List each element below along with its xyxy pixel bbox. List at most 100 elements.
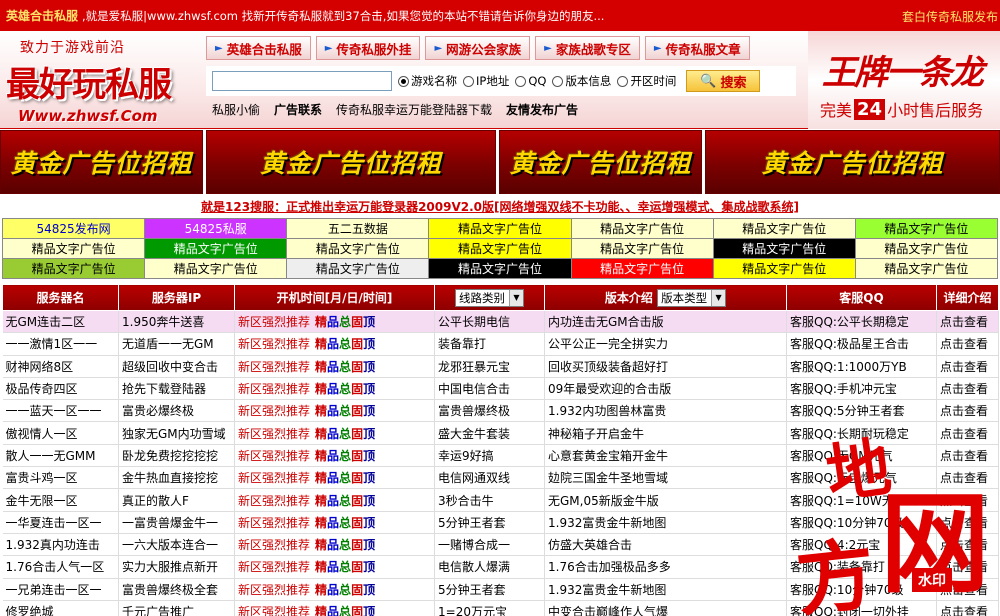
version-cell[interactable]: 攰院三国金牛圣地雪域 [544, 466, 787, 490]
server-name-cell[interactable]: 修罗绝城 [2, 600, 119, 616]
line-type-cell[interactable]: 公平长期电信 [434, 310, 545, 334]
text-ad-cell[interactable]: 精品文字广告位 [286, 258, 430, 279]
radio-open-time[interactable]: 开区时间 [617, 73, 676, 89]
version-cell[interactable]: 1.76合击加强极品多多 [544, 555, 787, 579]
text-ad-cell[interactable]: 精品文字广告位 [712, 258, 856, 279]
detail-link[interactable]: 点击查看 [936, 466, 999, 490]
open-time-cell[interactable]: 新区强烈推荐 精品总固顶 [234, 578, 435, 601]
text-ad-cell[interactable]: 精品文字广告位 [712, 238, 856, 259]
line-type-cell[interactable]: 一赌博合成一 [434, 533, 545, 557]
table-row[interactable]: 1.76合击人气一区 实力大服推点新开 新区强烈推荐 精品总固顶 电信散人爆满 1.76合… [2, 555, 999, 579]
open-time-cell[interactable]: 新区强烈推荐 精品总固顶 [234, 310, 435, 334]
line-type-cell[interactable]: 富贵兽爆终极 [434, 399, 545, 423]
server-name-cell[interactable]: 一一激情1区一一 [2, 332, 119, 356]
detail-link[interactable]: 点击查看 [936, 444, 999, 468]
text-ad-cell[interactable]: 精品文字广告位 [570, 238, 714, 259]
radio-ip[interactable]: IP地址 [463, 73, 509, 89]
line-type-cell[interactable]: 龙邪狂暴元宝 [434, 355, 545, 378]
radio-game-name[interactable]: 游戏名称 [398, 73, 457, 89]
server-name-cell[interactable]: 金牛无限一区 [2, 488, 119, 512]
detail-link[interactable]: 点击查看 [936, 421, 999, 445]
version-cell[interactable]: 1.932内功图兽林富贵 [544, 399, 787, 423]
line-type-cell[interactable]: 3秒合击牛 [434, 488, 545, 512]
detail-link[interactable]: 点击查看 [936, 600, 999, 616]
version-cell[interactable]: 无GM,05新版金牛版 [544, 488, 787, 512]
server-name-cell[interactable]: 1.932真内功连击 [2, 533, 119, 557]
qq-cell[interactable]: 客服QQ:元宝爆元气 [786, 466, 937, 490]
nav-tab-family-war[interactable]: ► 家族战歌专区 [535, 36, 640, 60]
text-ad-cell[interactable]: 精品文字广告位 [144, 258, 288, 279]
text-ad-cell[interactable]: 精品文字广告位 [854, 258, 999, 279]
site-logo[interactable]: 最好玩私服 [6, 57, 172, 106]
version-cell[interactable]: 神秘箱子开启金牛 [544, 421, 787, 445]
line-type-cell[interactable]: 5分钟王者套 [434, 511, 545, 534]
top-brand-link[interactable]: 英雄合击私服 [6, 7, 78, 24]
top-right-link[interactable]: 套白传奇私服发布 [902, 8, 998, 25]
sublink-launcher-download[interactable]: 传奇私服幸运万能登陆器下载 [336, 101, 492, 118]
server-name-cell[interactable]: 一兄弟连击一区一 [2, 578, 119, 601]
open-time-cell[interactable]: 新区强烈推荐 精品总固顶 [234, 355, 435, 378]
open-time-cell[interactable]: 新区强烈推荐 精品总固顶 [234, 600, 435, 616]
open-time-cell[interactable]: 新区强烈推荐 精品总固顶 [234, 511, 435, 534]
line-type-cell[interactable]: 盛大金牛套装 [434, 421, 545, 445]
qq-cell[interactable]: 客服QQ:长期耐玩稳定 [786, 421, 937, 445]
text-ad-cell[interactable]: 精品文字广告位 [1, 238, 146, 259]
version-cell[interactable]: 1.932富贵金牛新地图 [544, 511, 787, 534]
text-ad-cell[interactable]: 精品文字广告位 [428, 238, 572, 259]
text-ad-cell[interactable]: 精品文字广告位 [854, 218, 999, 239]
open-time-cell[interactable]: 新区强烈推荐 精品总固顶 [234, 332, 435, 356]
table-row[interactable]: 1.932真内功连击 一六大版本连合一 新区强烈推荐 精品总固顶 一赌博合成一 仿盛大英雄… [2, 533, 999, 557]
server-name-cell[interactable]: 傲视情人一区 [2, 421, 119, 445]
qq-cell[interactable]: 客服QQ:4:2元宝 [786, 533, 937, 557]
line-type-select[interactable]: 线路类别 ▼ [455, 288, 524, 307]
detail-link[interactable]: 点击查看 [936, 555, 999, 579]
notice-link[interactable]: 就是123搜服：正式推出幸运万能登录器2009V2.0版[网络增强双线不卡功能、… [201, 198, 799, 215]
qq-cell[interactable]: 客服QQ:10分钟70级 [786, 511, 937, 534]
text-ad-cell[interactable]: 精品文字广告位 [854, 238, 999, 259]
table-row[interactable]: 修罗绝城 千元广告推广 新区强烈推荐 精品总固顶 1=20万元宝 中变合击巅峰作人气爆 客服… [2, 600, 999, 616]
version-cell[interactable]: 心意套黄金宝箱开金牛 [544, 444, 787, 468]
server-ip-cell[interactable]: 千元广告推广 [118, 600, 235, 616]
nav-tab-hero-server[interactable]: ► 英雄合击私服 [206, 36, 311, 60]
version-cell[interactable]: 中变合击巅峰作人气爆 [544, 600, 787, 616]
table-row[interactable]: 傲视情人一区 独家无GM内功雪域 新区强烈推荐 精品总固顶 盛大金牛套装 神秘箱子开启金牛… [2, 421, 999, 445]
qq-cell[interactable]: 客服QQ:手机冲元宝 [786, 377, 937, 401]
nav-tab-plugins[interactable]: ► 传奇私服外挂 [315, 36, 421, 60]
qq-cell[interactable]: 客服QQ:10分钟70级 [786, 578, 937, 601]
open-time-cell[interactable]: 新区强烈推荐 精品总固顶 [234, 377, 435, 401]
version-cell[interactable]: 回收买顶级装备超好打 [544, 355, 787, 378]
detail-link[interactable]: 点击查看 [936, 377, 999, 401]
open-time-cell[interactable]: 新区强烈推荐 精品总固顶 [234, 421, 435, 445]
server-name-cell[interactable]: 散人一一无GMM [2, 444, 119, 468]
text-ad-cell[interactable]: 精品文字广告位 [570, 258, 714, 279]
server-ip-cell[interactable]: 实力大服推点新开 [118, 555, 235, 579]
line-type-cell[interactable]: 中国电信合击 [434, 377, 545, 401]
server-ip-cell[interactable]: 真正的散人F [118, 488, 235, 512]
server-name-cell[interactable]: 无GM连击二区 [2, 310, 119, 334]
sublink-friend-ads[interactable]: 友情发布广告 [506, 101, 578, 118]
sublink-ad-contact[interactable]: 广告联系 [274, 101, 322, 118]
server-ip-cell[interactable]: 无道盾一一无GM [118, 332, 235, 356]
qq-cell[interactable]: 客服QQ:装备靠打 [786, 555, 937, 579]
text-ad-cell[interactable]: 精品文字广告位 [428, 258, 572, 279]
line-type-cell[interactable]: 电信散人爆满 [434, 555, 545, 579]
ace-service-ad[interactable]: 王牌一条龙 完美 24 小时售后服务 [808, 31, 1000, 129]
qq-cell[interactable]: 客服QQ:封闭一切外挂 [786, 600, 937, 616]
line-type-cell[interactable]: 装备靠打 [434, 332, 545, 356]
radio-qq[interactable]: QQ [515, 74, 546, 88]
qq-cell[interactable]: 客服QQ:1:1000万YB [786, 355, 937, 378]
detail-link[interactable]: 点击查看 [936, 511, 999, 534]
version-cell[interactable]: 09年最受欢迎的合击版 [544, 377, 787, 401]
table-row[interactable]: 无GM连击二区 1.950奔牛送喜 新区强烈推荐 精品总固顶 公平长期电信 内功连击无GM… [2, 310, 999, 334]
server-ip-cell[interactable]: 一富贵兽爆金牛一 [118, 511, 235, 534]
detail-link[interactable]: 点击查看 [936, 332, 999, 356]
table-row[interactable]: 财神网络8区 超级回收中变合击 新区强烈推荐 精品总固顶 龙邪狂暴元宝 回收买顶级装备超好… [2, 355, 999, 378]
gold-banner-2[interactable]: 黄金广告位招租 [206, 130, 496, 194]
server-name-cell[interactable]: 财神网络8区 [2, 355, 119, 378]
text-ad-cell[interactable]: 精品文字广告位 [428, 218, 572, 239]
server-ip-cell[interactable]: 金牛热血直接挖挖 [118, 466, 235, 490]
qq-cell[interactable]: 客服QQ:极品星王合击 [786, 332, 937, 356]
server-name-cell[interactable]: 一一蓝天一区一一 [2, 399, 119, 423]
radio-version[interactable]: 版本信息 [552, 73, 611, 89]
qq-cell[interactable]: 客服QQ:1=10W无GM [786, 488, 937, 512]
